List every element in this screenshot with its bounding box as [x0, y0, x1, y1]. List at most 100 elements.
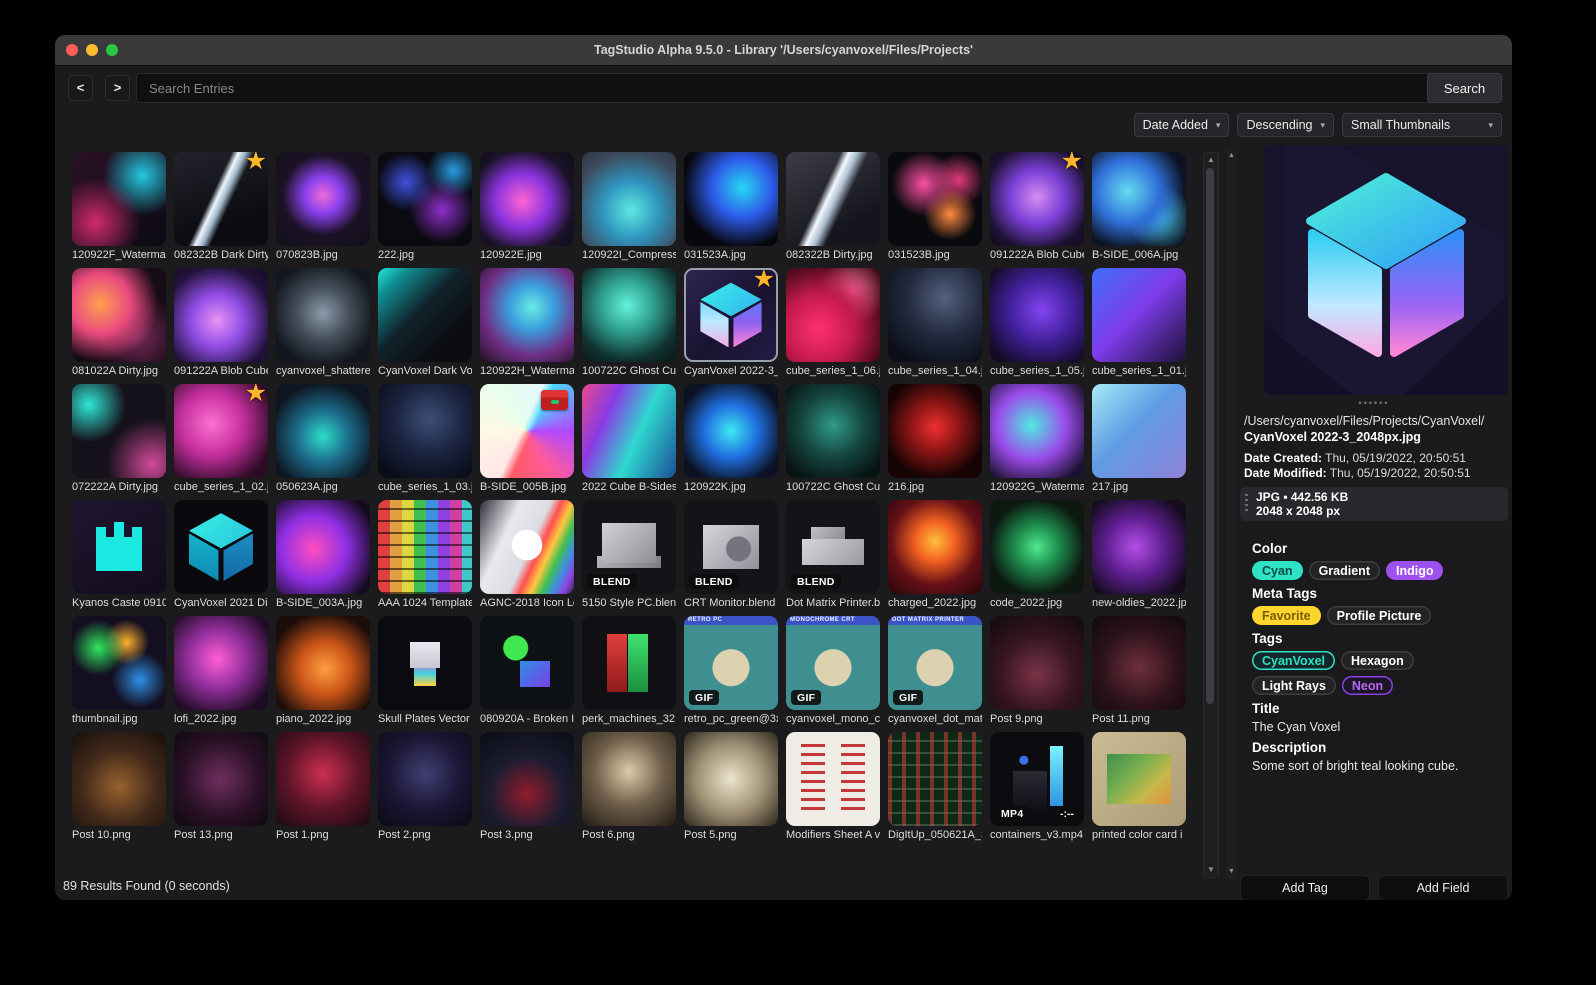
tag-pill[interactable]: Cyan [1252, 561, 1303, 580]
tag-pill[interactable]: Light Rays [1252, 676, 1336, 695]
grid-item[interactable]: 120922I_Compress [582, 152, 676, 261]
grid-item[interactable]: MONOCHROME CRT GIF cyanvoxel_mono_cr [786, 616, 880, 725]
file-thumbnail[interactable] [378, 268, 472, 362]
file-thumbnail[interactable] [480, 384, 574, 478]
tag-pill[interactable]: Hexagon [1341, 651, 1414, 670]
grid-item[interactable]: code_2022.jpg [990, 500, 1084, 609]
file-thumbnail[interactable] [888, 152, 982, 246]
grid-item[interactable]: 120922K.jpg [684, 384, 778, 493]
file-thumbnail[interactable] [480, 732, 574, 826]
sort-order-dropdown[interactable]: Descending ▾ [1237, 113, 1334, 137]
file-thumbnail[interactable]: ★ [990, 152, 1084, 246]
grid-item[interactable]: thumbnail.jpg [72, 616, 166, 725]
grid-item[interactable]: AAA 1024 Template [378, 500, 472, 609]
file-thumbnail[interactable] [582, 384, 676, 478]
file-thumbnail[interactable] [480, 500, 574, 594]
file-thumbnail[interactable] [72, 732, 166, 826]
panel-drag-handle[interactable]: •••••• [1240, 399, 1508, 408]
file-thumbnail[interactable] [72, 268, 166, 362]
grid-item[interactable]: 031523A.jpg [684, 152, 778, 261]
search-input[interactable] [136, 73, 1438, 103]
grid-item[interactable]: lofi_2022.jpg [174, 616, 268, 725]
grid-item[interactable]: ★ CyanVoxel 2022-3_ [684, 268, 778, 377]
file-thumbnail[interactable] [888, 500, 982, 594]
file-thumbnail[interactable] [72, 152, 166, 246]
grid-item[interactable]: DOT MATRIX PRINTER GIF cyanvoxel_dot_mat [888, 616, 982, 725]
scroll-up-icon[interactable]: ▲ [1227, 150, 1236, 162]
file-thumbnail[interactable] [786, 732, 880, 826]
forward-button[interactable]: > [105, 75, 130, 101]
grid-item[interactable]: 050623A.jpg [276, 384, 370, 493]
file-thumbnail[interactable] [684, 732, 778, 826]
file-thumbnail[interactable] [276, 384, 370, 478]
file-thumbnail[interactable] [582, 732, 676, 826]
grid-item[interactable]: 120922G_Waterma [990, 384, 1084, 493]
grid-item[interactable]: 072222A Dirty.jpg [72, 384, 166, 493]
grid-item[interactable]: Post 3.png [480, 732, 574, 841]
file-thumbnail[interactable] [174, 732, 268, 826]
file-thumbnail[interactable] [888, 384, 982, 478]
file-thumbnail[interactable]: ★ [174, 384, 268, 478]
file-thumbnail[interactable] [276, 616, 370, 710]
grid-item[interactable]: DigItUp_050621A_S [888, 732, 982, 841]
grid-item[interactable]: new-oldies_2022.jp [1092, 500, 1186, 609]
file-thumbnail[interactable] [990, 616, 1084, 710]
grid-item[interactable]: 217.jpg [1092, 384, 1186, 493]
file-thumbnail[interactable] [684, 152, 778, 246]
file-thumbnail[interactable] [990, 384, 1084, 478]
grid-item[interactable]: Modifiers Sheet A v [786, 732, 880, 841]
add-tag-button[interactable]: Add Tag [1240, 875, 1370, 900]
grid-item[interactable]: ★ 082322B Dark Dirty [174, 152, 268, 261]
preview-image[interactable] [1264, 145, 1508, 395]
grid-item[interactable]: cyanvoxel_shattere [276, 268, 370, 377]
file-thumbnail[interactable] [72, 384, 166, 478]
file-thumbnail[interactable] [786, 152, 880, 246]
grid-item[interactable]: 222.jpg [378, 152, 472, 261]
file-thumbnail[interactable] [786, 384, 880, 478]
file-thumbnail[interactable] [582, 268, 676, 362]
grid-item[interactable]: cube_series_1_05.j [990, 268, 1084, 377]
grid-item[interactable]: Post 11.png [1092, 616, 1186, 725]
file-thumbnail[interactable] [1092, 732, 1186, 826]
file-thumbnail[interactable] [174, 268, 268, 362]
file-thumbnail[interactable] [1092, 500, 1186, 594]
back-button[interactable]: < [68, 75, 93, 101]
file-thumbnail[interactable] [1092, 268, 1186, 362]
grid-item[interactable]: Post 6.png [582, 732, 676, 841]
grid-item[interactable]: Kyanos Caste 0910 [72, 500, 166, 609]
file-thumbnail[interactable] [378, 152, 472, 246]
grid-item[interactable]: BLEND Dot Matrix Printer.b [786, 500, 880, 609]
grid-item[interactable]: Post 2.png [378, 732, 472, 841]
grid-item[interactable]: B-SIDE_006A.jpg [1092, 152, 1186, 261]
scroll-up-icon[interactable]: ▲ [1204, 154, 1218, 166]
grid-item[interactable]: cube_series_1_06.j [786, 268, 880, 377]
file-thumbnail[interactable] [276, 732, 370, 826]
grid-item[interactable]: B-SIDE_005B.jpg [480, 384, 574, 493]
tag-pill[interactable]: Favorite [1252, 606, 1321, 625]
file-thumbnail[interactable] [480, 616, 574, 710]
file-thumbnail[interactable] [378, 616, 472, 710]
grid-item[interactable]: cube_series_1_04.j [888, 268, 982, 377]
grid-item[interactable]: 091222A Blob Cube [174, 268, 268, 377]
scroll-down-icon[interactable]: ▼ [1204, 864, 1218, 876]
file-thumbnail[interactable] [1092, 384, 1186, 478]
file-thumbnail[interactable]: MP4 -:-- [990, 732, 1084, 826]
file-thumbnail[interactable] [276, 268, 370, 362]
grid-item[interactable]: Post 9.png [990, 616, 1084, 725]
tag-pill[interactable]: Indigo [1385, 561, 1444, 580]
file-thumbnail[interactable] [990, 268, 1084, 362]
panel-scrollbar[interactable]: ▲ ▼ [1227, 149, 1236, 879]
file-thumbnail[interactable] [480, 152, 574, 246]
grid-item[interactable]: Post 1.png [276, 732, 370, 841]
tag-pill[interactable]: CyanVoxel [1252, 651, 1335, 670]
grid-item[interactable]: 082322B Dirty.jpg [786, 152, 880, 261]
grid-item[interactable]: ★ 091222A Blob Cube [990, 152, 1084, 261]
grid-item[interactable]: Skull Plates Vector [378, 616, 472, 725]
grid-item[interactable]: 216.jpg [888, 384, 982, 493]
grid-item[interactable]: cube_series_1_03.j [378, 384, 472, 493]
file-thumbnail[interactable]: BLEND [786, 500, 880, 594]
grid-item[interactable]: 031523B.jpg [888, 152, 982, 261]
grid-item[interactable]: charged_2022.jpg [888, 500, 982, 609]
grid-item[interactable]: 081022A Dirty.jpg [72, 268, 166, 377]
file-thumbnail[interactable] [480, 268, 574, 362]
